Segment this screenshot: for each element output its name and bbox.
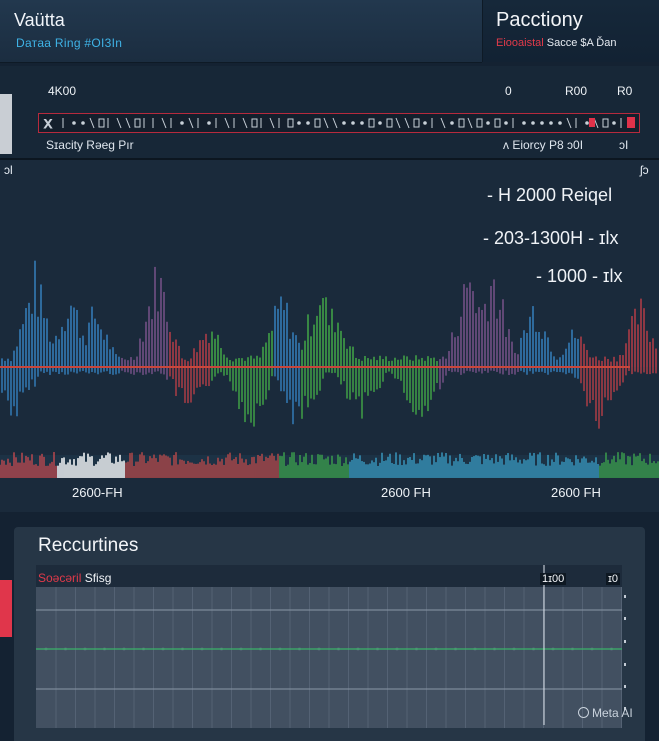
ticker-dot <box>423 121 427 125</box>
ticker-dot <box>360 121 364 125</box>
side-tab-handle[interactable] <box>0 94 12 154</box>
strip-value-left: 4K00 <box>48 84 77 98</box>
ticker-dot <box>351 121 355 125</box>
ticker-box <box>368 118 375 128</box>
right-tick <box>624 617 626 620</box>
ticker-slash <box>332 117 338 129</box>
recent-value-2: ɪ0 <box>606 573 621 585</box>
ticker-slash <box>89 117 95 129</box>
ticker-slash <box>404 117 410 129</box>
ticker-dot <box>207 121 211 125</box>
ticker-dot <box>180 121 184 125</box>
strip-value-mid: R00 <box>565 84 588 98</box>
ticker-slash <box>440 117 446 129</box>
legend-entry-1: - H 2000 Reiqel <box>487 185 613 205</box>
panel-subtitle: Eiooaistal Sacce $A Ďan <box>496 37 616 49</box>
ticker-box <box>413 118 420 128</box>
ticker-dot <box>522 121 526 125</box>
ticker-slash <box>467 117 473 129</box>
legend-entry-3: - 1000 - ɪlx <box>536 266 623 286</box>
x-tick-label: 2600 FH <box>381 485 431 500</box>
ticker-dot <box>504 121 508 125</box>
strip-value-zero: 0 <box>505 84 512 98</box>
ticker-slash <box>566 117 572 129</box>
recent-grid-lines <box>36 565 626 728</box>
right-tick <box>624 685 626 688</box>
ticker-box <box>287 118 294 128</box>
ticker-glyphs: X <box>44 117 635 132</box>
ticker-dot <box>531 121 535 125</box>
right-tick <box>624 663 626 666</box>
right-tick <box>624 595 626 598</box>
ticker-dot <box>486 121 490 125</box>
ticker-slash <box>395 117 401 129</box>
ticker-red-mark <box>627 117 635 128</box>
ticker-dot <box>378 121 382 125</box>
ticker-red-mark <box>589 118 595 127</box>
ticker-box <box>314 118 321 128</box>
recent-value-1: 1ɪ00 <box>540 573 567 585</box>
ticker-slash <box>224 117 230 129</box>
ticker-box <box>98 118 105 128</box>
ticker-box <box>251 118 258 128</box>
ticker-slash <box>116 117 122 129</box>
waveform-chart <box>0 260 659 478</box>
ticker-dot <box>450 121 454 125</box>
ticker-box <box>602 118 609 128</box>
ticker-box <box>386 118 393 128</box>
ticker-slash <box>161 117 167 129</box>
header-left-panel <box>0 0 482 63</box>
app-title: Vaütta <box>14 10 65 30</box>
ticker-box <box>494 118 501 128</box>
ticker-slash <box>323 117 329 129</box>
x-tick-label: 2600-FH <box>72 485 123 500</box>
recent-panel-title: Reccurtines <box>38 535 139 556</box>
data-ticker-bar[interactable]: X <box>38 113 640 133</box>
ticker-dot <box>297 121 301 125</box>
app-subtitle[interactable]: Dатаа Ring #OI3In <box>16 36 122 50</box>
ticker-dot <box>585 121 589 125</box>
watermark: Meta AI <box>578 706 633 720</box>
strip-caption-far: ɔI <box>619 138 629 152</box>
ticker-x-mark: X <box>44 117 52 131</box>
ticker-dot <box>540 121 544 125</box>
right-tick <box>624 640 626 643</box>
panel-subtitle-alert: Eiooaistal <box>496 37 544 49</box>
ticker-dot <box>612 121 616 125</box>
ticker-dot <box>549 121 553 125</box>
ticker-dot <box>72 121 76 125</box>
ticker-box <box>476 118 483 128</box>
legend-entry-2: - 203-1300H - ɪlx <box>483 228 619 248</box>
ticker-box <box>134 118 141 128</box>
watermark-ring-icon <box>578 707 589 718</box>
ticker-box <box>458 118 465 128</box>
ticker-dot <box>342 121 346 125</box>
ticker-slash <box>188 117 194 129</box>
strip-caption-left: Sɪacity Rəeg Pır <box>46 138 134 152</box>
ticker-dot <box>306 121 310 125</box>
x-tick-label: 2600 FH <box>551 485 601 500</box>
panel-subtitle-rest: Sacce $A Ďan <box>543 37 617 49</box>
strip-value-right: R0 <box>617 84 633 98</box>
alert-side-tab[interactable] <box>0 580 12 637</box>
strip-caption-right: ʌ Eiorcy P8 ɔ0I <box>503 138 584 152</box>
ticker-dot <box>558 121 562 125</box>
watermark-text: Meta AI <box>592 706 633 720</box>
panel-title: Pacctiony <box>496 9 583 31</box>
ticker-slash <box>242 117 248 129</box>
ticker-slash <box>269 117 275 129</box>
ticker-dot <box>81 121 85 125</box>
ticker-slash <box>125 117 131 129</box>
